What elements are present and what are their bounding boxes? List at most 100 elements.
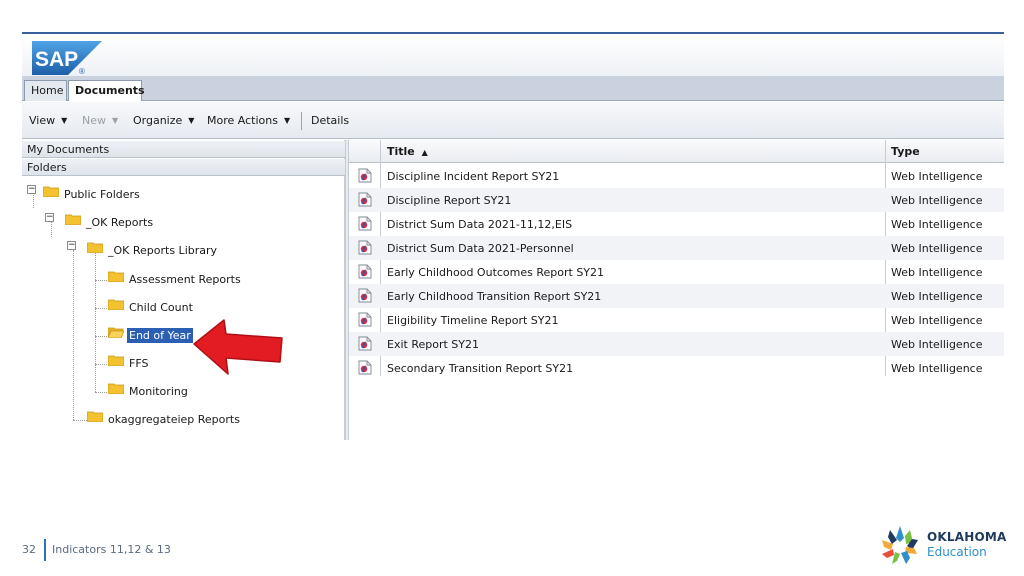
folder-icon <box>65 214 81 225</box>
document-title-cell: Early Childhood Outcomes Report SY21 <box>387 266 605 279</box>
tree-item-public-folders[interactable]: − Public Folders <box>26 184 226 202</box>
web-intelligence-document-icon <box>358 216 372 231</box>
tree-connector <box>95 250 96 392</box>
document-type-cell: Web Intelligence <box>891 242 983 255</box>
column-header-title[interactable]: Title ▲ <box>387 145 428 158</box>
document-type-cell: Web Intelligence <box>891 266 983 279</box>
table-row[interactable]: Discipline Report SY21 Web Intelligence <box>349 188 1004 212</box>
table-row[interactable]: Early Childhood Outcomes Report SY21 Web… <box>349 260 1004 284</box>
table-row[interactable]: Discipline Incident Report SY21 Web Inte… <box>349 164 1004 188</box>
table-row[interactable]: Exit Report SY21 Web Intelligence <box>349 332 1004 356</box>
table-header: Title ▲ Type <box>349 140 1004 163</box>
column-header-type[interactable]: Type <box>891 145 920 158</box>
organize-menu-label: Organize <box>133 114 183 127</box>
document-title-cell: Eligibility Timeline Report SY21 <box>387 314 559 327</box>
document-title-cell: Secondary Transition Report SY21 <box>387 362 574 375</box>
oklahoma-education-logo-icon <box>882 526 918 564</box>
tab-documents-label: Documents <box>75 84 145 97</box>
tree-item-ok-reports-library[interactable]: − _OK Reports Library <box>66 240 266 258</box>
tree-item-label: FFS <box>129 357 149 370</box>
new-menu-button[interactable]: New ▼ <box>82 114 118 127</box>
table-row[interactable]: District Sum Data 2021-Personnel Web Int… <box>349 236 1004 260</box>
table-row[interactable]: Eligibility Timeline Report SY21 Web Int… <box>349 308 1004 332</box>
tree-item-okaggregateiep-reports[interactable]: okaggregateiep Reports <box>87 410 307 428</box>
view-menu-label: View <box>29 114 56 127</box>
tree-item-label: End of Year <box>127 328 193 343</box>
folders-label: Folders <box>27 161 67 174</box>
document-title-cell: Discipline Incident Report SY21 <box>387 170 560 183</box>
tree-item-assessment-reports[interactable]: Assessment Reports <box>108 270 308 288</box>
table-row[interactable]: District Sum Data 2021-11,12,EIS Web Int… <box>349 212 1004 236</box>
web-intelligence-document-icon <box>358 336 372 351</box>
web-intelligence-document-icon <box>358 240 372 255</box>
document-title-cell: District Sum Data 2021-Personnel <box>387 242 574 255</box>
sap-logo-text: SAP <box>35 48 78 71</box>
org-name-line1: OKLAHOMA <box>927 530 1007 544</box>
tab-bar: Home Documents <box>22 76 1004 101</box>
folders-header[interactable]: Folders <box>22 159 345 176</box>
tree-connector <box>73 250 74 420</box>
document-type-cell: Web Intelligence <box>891 170 983 183</box>
details-label: Details <box>311 114 350 127</box>
tree-item-monitoring[interactable]: Monitoring <box>108 382 308 400</box>
document-title-cell: Exit Report SY21 <box>387 338 479 351</box>
document-type-cell: Web Intelligence <box>891 290 983 303</box>
slide-number: 32 <box>22 543 36 556</box>
registered-mark: ® <box>79 67 85 75</box>
logo-band <box>22 34 1004 76</box>
document-type-cell: Web Intelligence <box>891 338 983 351</box>
tree-item-ok-reports[interactable]: − _OK Reports <box>44 212 244 230</box>
sap-logo-icon: SAP ® <box>32 41 102 75</box>
tree-item-child-count[interactable]: Child Count <box>108 298 308 316</box>
document-title-cell: Discipline Report SY21 <box>387 194 512 207</box>
collapse-toggle-icon[interactable]: − <box>45 213 54 222</box>
toolbar: View ▼ New ▼ Organize ▼ More Actions ▼ Detai… <box>22 102 1004 139</box>
new-menu-label: New <box>82 114 106 127</box>
more-actions-menu-label: More Actions <box>207 114 278 127</box>
sort-ascending-icon: ▲ <box>421 148 428 157</box>
document-title-cell: District Sum Data 2021-11,12,EIS <box>387 218 573 231</box>
collapse-toggle-icon[interactable]: − <box>67 241 76 250</box>
folder-icon <box>108 271 124 282</box>
folder-icon <box>87 242 103 253</box>
tree-connector <box>95 364 107 365</box>
footer-caption: Indicators 11,12 & 13 <box>52 543 171 556</box>
my-documents-label: My Documents <box>27 143 110 156</box>
tab-home-label: Home <box>31 84 64 97</box>
my-documents-header[interactable]: My Documents <box>22 141 345 158</box>
organize-menu-button[interactable]: Organize ▼ <box>133 114 194 127</box>
folder-pane: My Documents Folders − Public Folders − … <box>22 140 345 440</box>
folder-icon <box>108 355 124 366</box>
folder-icon <box>43 186 59 197</box>
document-type-cell: Web Intelligence <box>891 194 983 207</box>
tree-item-label: Monitoring <box>129 385 188 398</box>
footer-divider <box>44 539 46 561</box>
table-row[interactable]: Early Childhood Transition Report SY21 W… <box>349 284 1004 308</box>
document-title-cell: Early Childhood Transition Report SY21 <box>387 290 602 303</box>
column-type-label: Type <box>891 145 920 158</box>
more-actions-menu-button[interactable]: More Actions ▼ <box>207 114 290 127</box>
view-menu-button[interactable]: View ▼ <box>29 114 67 127</box>
org-name-line2: Education <box>927 545 987 559</box>
folder-icon <box>108 299 124 310</box>
tree-item-label: Assessment Reports <box>129 273 241 286</box>
tree-connector <box>73 420 87 421</box>
tab-home[interactable]: Home <box>24 80 67 101</box>
red-arrow-annotation-icon <box>193 319 283 375</box>
tree-item-label: _OK Reports Library <box>108 244 218 257</box>
document-type-cell: Web Intelligence <box>891 362 983 375</box>
column-title-label: Title <box>387 145 415 158</box>
web-intelligence-document-icon <box>358 288 372 303</box>
tab-documents[interactable]: Documents <box>68 80 145 101</box>
web-intelligence-document-icon <box>358 312 372 327</box>
view-caret-icon: ▼ <box>61 116 68 125</box>
open-folder-icon <box>108 327 124 338</box>
document-type-cell: Web Intelligence <box>891 314 983 327</box>
toolbar-separator <box>301 112 302 130</box>
more-actions-caret-icon: ▼ <box>283 116 291 125</box>
collapse-toggle-icon[interactable]: − <box>27 185 36 194</box>
table-row[interactable]: Secondary Transition Report SY21 Web Int… <box>349 356 1004 380</box>
tree-connector <box>95 308 107 309</box>
web-intelligence-document-icon <box>358 360 372 375</box>
details-button[interactable]: Details <box>311 114 349 127</box>
